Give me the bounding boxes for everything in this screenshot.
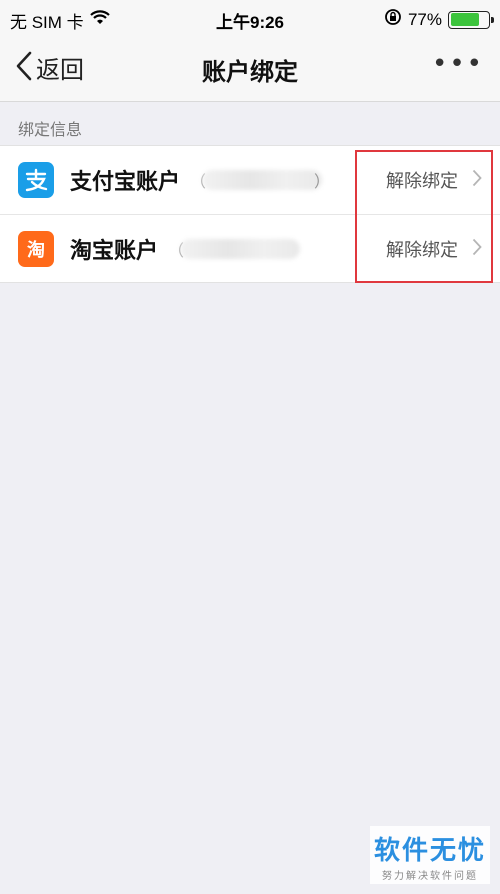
battery-tip	[491, 16, 494, 23]
nav-bar: 返回 账户绑定 •••	[0, 36, 500, 102]
account-name: 淘宝账户	[70, 238, 159, 264]
rotation-lock-icon	[384, 8, 402, 31]
battery-percent: 77%	[407, 9, 442, 29]
account-id-close-paren: ）	[314, 172, 331, 191]
page-title: 账户绑定	[202, 58, 298, 86]
battery-fill	[450, 13, 479, 26]
redacted-mask	[180, 238, 301, 259]
account-list: 支付宝账户 （ ） 解除绑定 淘 淘宝账户 （ 解除绑定	[0, 145, 500, 283]
status-bar: 无 SIM 卡 上午9:26 77%	[0, 0, 500, 36]
unbind-alipay-button[interactable]: 解除绑定	[386, 146, 482, 214]
account-name: 支付宝账户	[70, 170, 181, 195]
watermark-subtitle: 努力解决软件问题	[382, 871, 478, 882]
alipay-icon	[18, 162, 54, 198]
battery-icon	[448, 10, 494, 29]
redacted-mask	[202, 170, 323, 190]
svg-text:淘: 淘	[27, 239, 45, 261]
watermark: 软件无忧 努力解决软件问题	[370, 826, 490, 884]
chevron-right-icon	[472, 238, 482, 260]
unbind-taobao-button[interactable]: 解除绑定	[386, 215, 482, 283]
account-id-masked: （	[168, 237, 308, 261]
taobao-icon: 淘	[18, 230, 54, 267]
section-header: 绑定信息	[18, 120, 83, 139]
watermark-title: 软件无忧	[373, 836, 486, 866]
account-row-taobao: 淘 淘宝账户 （ 解除绑定	[0, 214, 500, 282]
account-id-masked: （ ）	[190, 168, 330, 192]
status-right: 77%	[384, 8, 494, 31]
unbind-label: 解除绑定	[386, 240, 458, 261]
chevron-right-icon	[472, 169, 482, 191]
unbind-label: 解除绑定	[386, 171, 458, 192]
more-menu-button[interactable]: •••	[432, 51, 484, 77]
account-row-alipay: 支付宝账户 （ ） 解除绑定	[0, 146, 500, 214]
